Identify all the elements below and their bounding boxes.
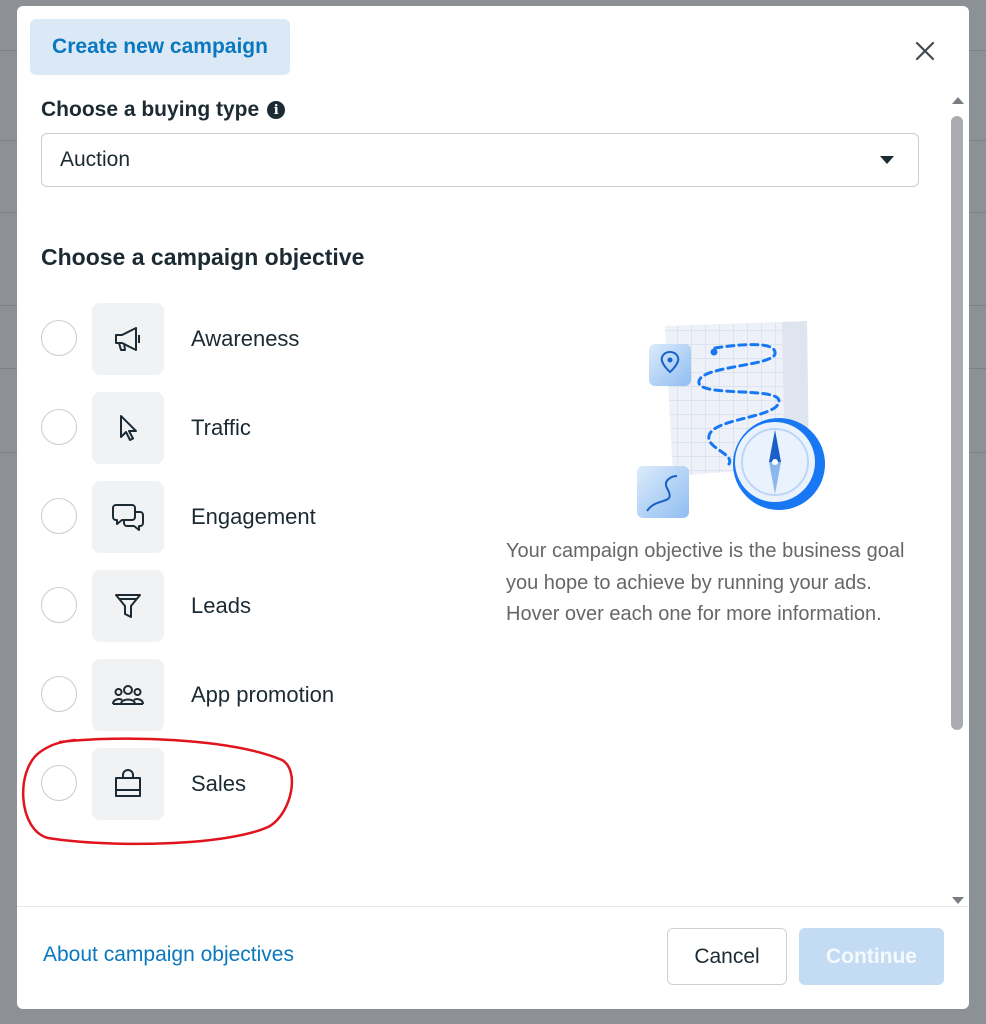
scroll-thumb[interactable] <box>951 116 963 730</box>
scrollbar[interactable] <box>947 94 967 904</box>
radio-button[interactable] <box>41 320 77 356</box>
objective-icon-tile <box>92 392 164 464</box>
objective-description: Your campaign objective is the business … <box>506 540 905 625</box>
objective-icon-tile <box>92 748 164 820</box>
scroll-up-arrow-icon[interactable] <box>952 97 964 104</box>
radio-button[interactable] <box>41 498 77 534</box>
people-icon <box>112 685 144 705</box>
objective-option-sales[interactable]: Sales <box>41 748 441 820</box>
objective-icon-tile <box>92 570 164 642</box>
objective-option-engagement[interactable]: Engagement <box>41 481 441 553</box>
scroll-down-arrow-icon[interactable] <box>952 897 964 904</box>
chat-bubbles-icon <box>112 504 144 531</box>
cancel-button[interactable]: Cancel <box>667 928 787 985</box>
campaign-map-illustration <box>637 321 825 518</box>
buying-type-select[interactable]: Auction <box>41 133 919 187</box>
objective-option-awareness[interactable]: Awareness <box>41 303 441 375</box>
cursor-icon <box>120 415 137 441</box>
objective-option-traffic[interactable]: Traffic <box>41 392 441 464</box>
radio-button[interactable] <box>41 765 77 801</box>
radio-button[interactable] <box>41 676 77 712</box>
close-icon <box>915 41 935 61</box>
objective-label: Engagement <box>191 504 316 529</box>
shopping-bag-icon <box>115 769 141 797</box>
campaign-objective-heading: Choose a campaign objective <box>41 244 365 270</box>
buying-type-label-text: Choose a buying type <box>41 98 260 121</box>
create-campaign-modal: Create new campaign Choose a buying type… <box>17 6 969 1009</box>
continue-button[interactable]: Continue <box>799 928 944 985</box>
footer-divider <box>17 906 969 907</box>
close-button[interactable] <box>910 36 940 66</box>
funnel-icon <box>115 594 141 618</box>
objective-icon-tile <box>92 303 164 375</box>
objective-label: Sales <box>191 771 247 796</box>
objective-label: Awareness <box>191 326 300 351</box>
radio-button[interactable] <box>41 587 77 623</box>
buying-type-selected-value: Auction <box>60 148 131 171</box>
objective-option-app-promotion[interactable]: App promotion <box>41 659 441 731</box>
objective-option-leads[interactable]: Leads <box>41 570 441 642</box>
tab-create-new-campaign[interactable]: Create new campaign <box>30 19 290 75</box>
buying-type-label: Choose a buying type i <box>41 98 286 122</box>
objective-label: App promotion <box>191 682 335 707</box>
objective-icon-tile <box>92 659 164 731</box>
objective-label: Leads <box>191 593 251 618</box>
caret-down-icon <box>880 156 894 164</box>
objective-label: Traffic <box>191 415 251 440</box>
megaphone-icon <box>115 327 140 351</box>
about-campaign-objectives-link[interactable]: About campaign objectives <box>43 943 294 967</box>
info-icon[interactable]: i <box>267 101 286 119</box>
radio-button[interactable] <box>41 409 77 445</box>
objective-icon-tile <box>92 481 164 553</box>
